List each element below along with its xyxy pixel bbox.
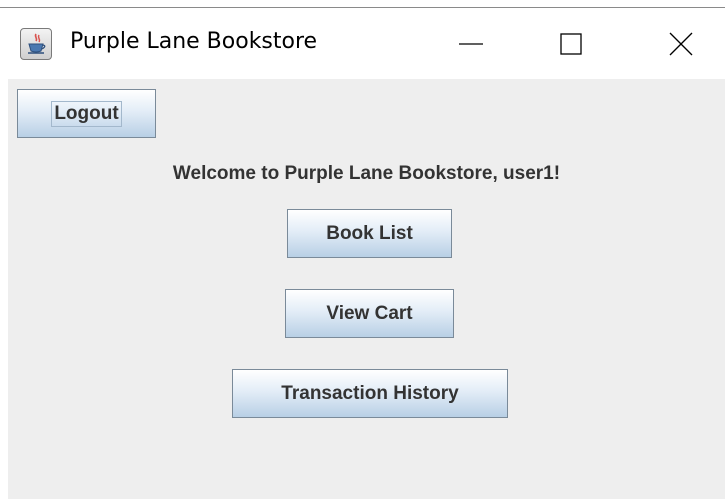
logout-button-label: Logout xyxy=(51,101,122,127)
transaction-history-button[interactable]: Transaction History xyxy=(232,369,508,418)
book-list-button[interactable]: Book List xyxy=(287,209,452,258)
view-cart-button[interactable]: View Cart xyxy=(285,289,454,338)
maximize-button[interactable] xyxy=(531,9,611,79)
maximize-icon xyxy=(560,33,582,55)
minimize-icon xyxy=(459,43,483,45)
welcome-message: Welcome to Purple Lane Bookstore, user1! xyxy=(172,163,561,184)
close-button[interactable] xyxy=(641,9,721,79)
close-icon xyxy=(669,32,693,56)
title-bar[interactable]: Purple Lane Bookstore xyxy=(0,9,725,79)
logout-button[interactable]: Logout xyxy=(17,89,156,138)
window-title: Purple Lane Bookstore xyxy=(70,29,318,54)
java-cup-icon xyxy=(20,28,52,60)
minimize-button[interactable] xyxy=(431,9,511,79)
main-panel: Logout Welcome to Purple Lane Bookstore,… xyxy=(8,79,725,499)
window-top-edge xyxy=(0,0,725,8)
